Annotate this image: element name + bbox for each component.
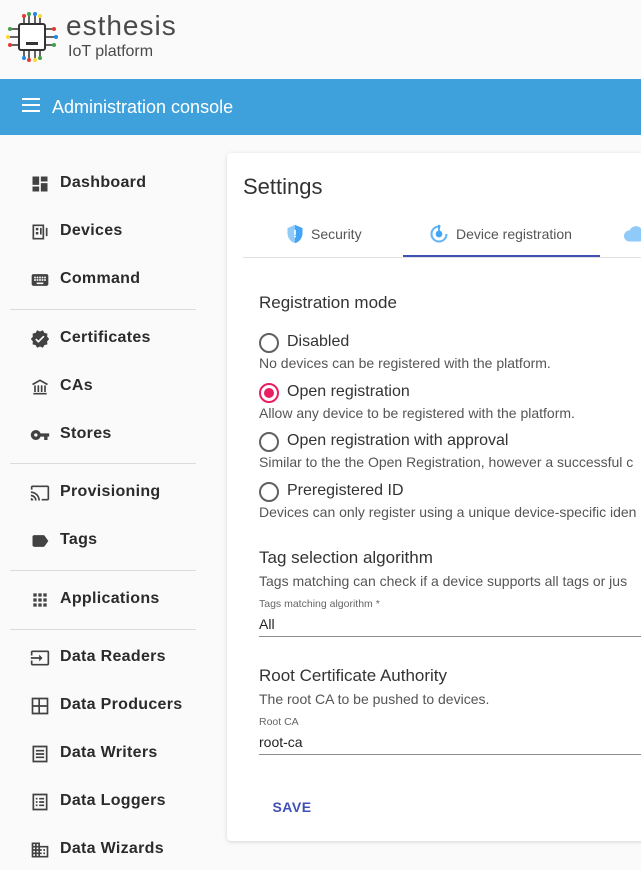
- sidebar-item-label: Certificates: [60, 329, 151, 346]
- sidebar-item-label: Dashboard: [60, 174, 147, 191]
- menu-icon[interactable]: [22, 98, 42, 116]
- dashboard-quilt-icon: [31, 697, 49, 715]
- sidebar-item-label: Provisioning: [60, 483, 161, 500]
- apps-grid-icon: [33, 593, 47, 607]
- notes-icon: [32, 745, 48, 763]
- sidebar-item-label: Devices: [60, 222, 123, 239]
- sidebar-item-data-loggers[interactable]: Data Loggers: [0, 782, 205, 822]
- sidebar-item-provisioning[interactable]: Provisioning: [0, 473, 205, 513]
- field-label: Root CA: [259, 716, 299, 728]
- sidebar-item-data-producers[interactable]: Data Producers: [0, 686, 205, 726]
- keyboard-icon: [31, 274, 49, 286]
- radio-label[interactable]: Open registration with approval: [287, 432, 508, 450]
- active-tab-indicator: [403, 255, 600, 257]
- sidebar-item-label: CAs: [60, 377, 93, 394]
- sidebar-item-label: Applications: [60, 590, 160, 607]
- radio-help-text: Devices can only register using a unique…: [259, 504, 637, 520]
- cloud-icon: [624, 226, 641, 242]
- tab-device-registration[interactable]: Device registration: [403, 213, 600, 257]
- field-value: All: [259, 616, 275, 632]
- root-ca-select[interactable]: Root CA root-ca: [259, 716, 641, 755]
- save-button[interactable]: SAVE: [259, 793, 325, 821]
- root-ca-title: Root Certificate Authority: [259, 666, 448, 685]
- dashboard-icon: [32, 176, 48, 192]
- chip-logo-icon: [6, 12, 58, 62]
- app-bar-title: Administration console: [52, 97, 234, 117]
- tab-label: Security: [311, 226, 362, 242]
- sidebar-item-label: Data Loggers: [60, 792, 166, 809]
- sidebar-divider: [10, 463, 196, 464]
- top-app-bar: Administration console: [0, 79, 641, 135]
- radio-help-text: Allow any device to be registered with t…: [259, 405, 575, 421]
- tab-security[interactable]: Security: [273, 213, 403, 257]
- key-icon: [30, 430, 50, 440]
- radio-disabled[interactable]: [259, 333, 279, 353]
- brand-name: esthesis: [66, 10, 177, 41]
- sidebar-item-label: Data Producers: [60, 696, 183, 713]
- tab-label: Device registration: [456, 226, 572, 242]
- brand-tagline: IoT platform: [68, 43, 154, 60]
- sidebar-item-label: Command: [60, 270, 141, 287]
- radio-help-text: No devices can be registered with the pl…: [259, 355, 551, 371]
- sidebar-item-certificates[interactable]: Certificates: [0, 319, 205, 359]
- sidebar-item-data-writers[interactable]: Data Writers: [0, 734, 205, 774]
- sidebar-item-command[interactable]: Command: [0, 260, 205, 300]
- devices-icon: [32, 224, 48, 240]
- settings-card: Settings Security Device registration Re…: [227, 153, 641, 841]
- sidebar-item-dashboard[interactable]: Dashboard: [0, 164, 205, 204]
- sidebar-divider: [10, 570, 196, 571]
- sidebar-item-label: Data Wizards: [60, 840, 164, 857]
- shield-icon: [287, 224, 303, 244]
- tag-selection-title: Tag selection algorithm: [259, 548, 433, 567]
- radio-label[interactable]: Preregistered ID: [287, 482, 404, 500]
- sidebar-item-label: Data Writers: [60, 744, 158, 761]
- sidebar-item-stores[interactable]: Stores: [0, 415, 205, 455]
- sidebar-item-devices[interactable]: Devices: [0, 212, 205, 252]
- sidebar-item-label: Tags: [60, 531, 98, 548]
- registration-mode-title: Registration mode: [259, 293, 397, 312]
- sidebar-item-label: Data Readers: [60, 648, 166, 665]
- radio-label[interactable]: Disabled: [287, 333, 349, 351]
- sidebar: Dashboard Devices Command Certificates C…: [0, 135, 205, 866]
- sidebar-divider: [10, 309, 196, 310]
- sidebar-item-data-readers[interactable]: Data Readers: [0, 638, 205, 678]
- sidebar-item-applications[interactable]: Applications: [0, 580, 205, 620]
- radio-open-registration-with-approval[interactable]: [259, 432, 279, 452]
- brand-header: esthesis IoT platform: [0, 0, 641, 79]
- radio-preregistered-id[interactable]: [259, 482, 279, 502]
- radio-label[interactable]: Open registration: [287, 383, 410, 401]
- sidebar-divider: [10, 629, 196, 630]
- sidebar-item-cas[interactable]: CAs: [0, 367, 205, 407]
- sidebar-item-tags[interactable]: Tags: [0, 521, 205, 561]
- list-alt-icon: [32, 793, 48, 811]
- input-icon: [30, 650, 50, 666]
- field-value: root-ca: [259, 734, 303, 750]
- sidebar-item-label: Stores: [60, 425, 112, 442]
- tab-cloud[interactable]: [600, 213, 641, 257]
- registration-icon: [430, 224, 448, 243]
- radio-open-registration[interactable]: [259, 383, 279, 403]
- field-label: Tags matching algorithm *: [259, 598, 380, 610]
- sidebar-item-data-wizards[interactable]: Data Wizards: [0, 830, 205, 870]
- tag-selection-help: Tags matching can check if a device supp…: [259, 573, 628, 589]
- label-icon: [32, 535, 49, 547]
- account-balance-icon: [32, 379, 48, 395]
- tags-matching-select[interactable]: Tags matching algorithm * All: [259, 598, 641, 637]
- radio-help-text: Similar to the the Open Registration, ho…: [259, 454, 634, 470]
- root-ca-help: The root CA to be pushed to devices.: [259, 691, 490, 707]
- page-title: Settings: [243, 174, 323, 199]
- building-icon: [31, 842, 49, 858]
- cast-icon: [30, 485, 50, 501]
- verified-badge-icon: [30, 330, 50, 348]
- settings-tabs: Security Device registration: [243, 213, 641, 258]
